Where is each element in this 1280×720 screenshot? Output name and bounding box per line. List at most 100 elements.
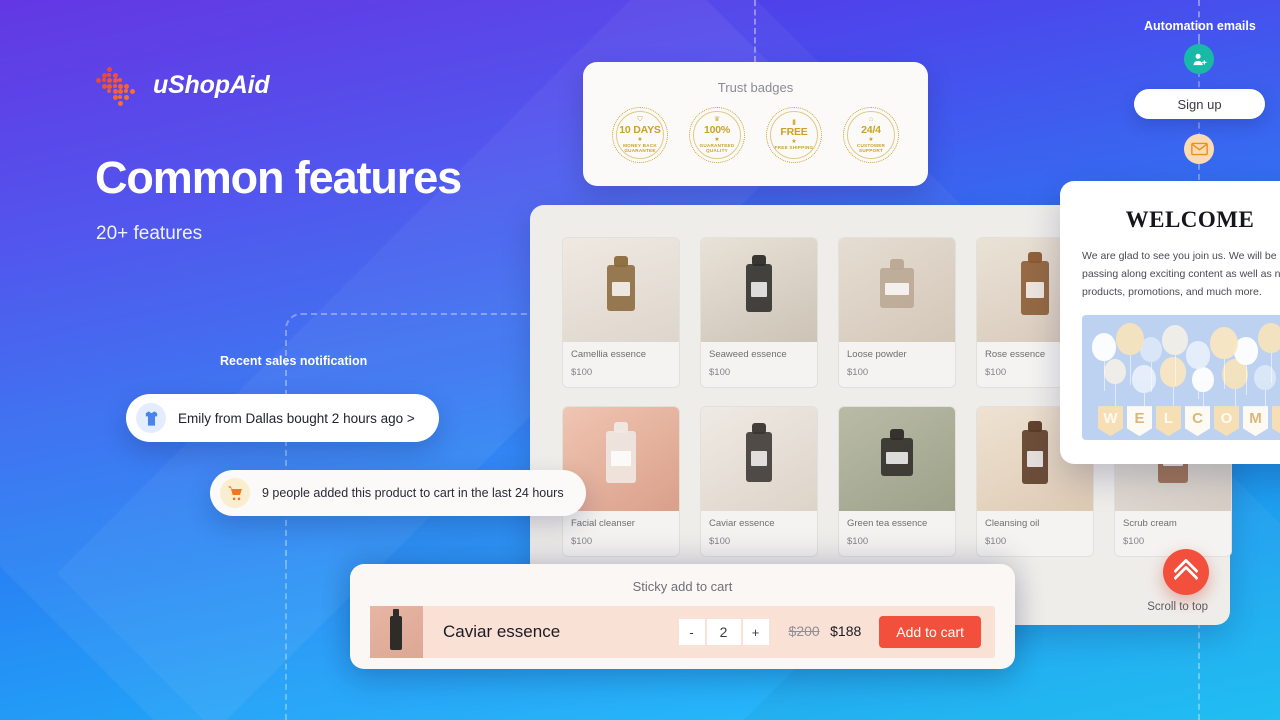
product-card[interactable]: Caviar essence $100 xyxy=(700,406,818,557)
scroll-to-top-label: Scroll to top xyxy=(1147,601,1208,613)
balloon-icon xyxy=(1132,365,1156,422)
product-price: $100 xyxy=(571,367,593,378)
sales-notification-text: Emily from Dallas bought 2 hours ago > xyxy=(178,410,415,426)
thumbnail-bottle-icon xyxy=(390,616,402,650)
product-name: Green tea essence xyxy=(847,518,928,529)
price-current: $188 xyxy=(830,623,862,639)
balloon-icon xyxy=(1160,357,1186,417)
trust-badge-headline: 24/4 xyxy=(861,123,881,136)
quantity-stepper[interactable]: - 2 + xyxy=(678,619,769,645)
trust-badge-subtext: CUSTOMER SUPPORT xyxy=(856,143,886,153)
trust-badge-headline: 100% xyxy=(703,123,731,136)
balloon-icon xyxy=(1116,323,1144,386)
trust-badge-4: ⌂ 24/4 ★ CUSTOMER SUPPORT xyxy=(843,107,899,163)
product-thumbnail xyxy=(370,606,423,658)
sticky-cart-row: Caviar essence - 2 + $200 $188 Add to ca… xyxy=(370,606,995,658)
star-icon: ★ xyxy=(791,139,797,146)
trust-badge-subtext: GUARANTEED QUALITY xyxy=(699,143,735,153)
product-price: $100 xyxy=(847,367,869,378)
star-icon: ★ xyxy=(714,136,720,143)
price-original: $200 xyxy=(788,623,820,639)
product-meta: Camellia essence $100 xyxy=(563,342,679,387)
product-image xyxy=(701,238,817,342)
welcome-letter-tag: E xyxy=(1127,406,1152,437)
welcome-letter-tag: W xyxy=(1098,406,1123,437)
welcome-letter-tag: M xyxy=(1243,406,1268,437)
product-name: Facial cleanser xyxy=(571,518,635,529)
product-meta: Scrub cream $100 xyxy=(1115,511,1231,556)
sales-notification-popup[interactable]: Emily from Dallas bought 2 hours ago > xyxy=(126,394,439,442)
product-price: $100 xyxy=(709,536,731,547)
product-image xyxy=(563,238,679,342)
trust-badges-title: Trust badges xyxy=(717,80,794,95)
trust-badge-2: ♛ 100% ★ GUARANTEED QUALITY xyxy=(689,107,745,163)
quantity-increase-button[interactable]: + xyxy=(742,619,769,645)
balloon-icon xyxy=(1104,359,1126,416)
scroll-to-top-button[interactable] xyxy=(1163,549,1209,595)
welcome-email-popup: WELCOME We are glad to see you join us. … xyxy=(1060,181,1280,464)
sign-up-button[interactable]: Sign up xyxy=(1134,89,1265,119)
product-meta: Facial cleanser $100 xyxy=(563,511,679,556)
trust-badge-headline: FREE xyxy=(780,126,808,139)
user-add-icon[interactable] xyxy=(1184,44,1214,74)
brand-logo[interactable]: uShopAid xyxy=(96,63,270,107)
product-name: Camellia essence xyxy=(571,349,646,360)
headset-icon: ⌂ xyxy=(868,116,874,124)
product-name: Cleansing oil xyxy=(985,518,1040,529)
welcome-letter-tag: O xyxy=(1214,406,1239,437)
star-icon: ★ xyxy=(868,136,874,143)
balloon-icon xyxy=(1186,341,1210,398)
cart-activity-notification-popup[interactable]: 9 people added this product to cart in t… xyxy=(210,470,586,516)
product-card[interactable]: Loose powder $100 xyxy=(838,237,956,388)
product-image xyxy=(839,407,955,511)
product-meta: Cleansing oil $100 xyxy=(977,511,1093,556)
product-price: $100 xyxy=(985,536,1007,547)
welcome-letter-tag: E xyxy=(1272,406,1280,437)
balloon-icon xyxy=(1258,323,1280,383)
balloon-icon xyxy=(1210,327,1238,390)
product-image xyxy=(701,407,817,511)
page-subtitle: 20+ features xyxy=(96,223,203,244)
double-chevron-up-icon xyxy=(1173,558,1199,591)
recent-sales-notification-label: Recent sales notification xyxy=(220,354,368,368)
page-title: Common features xyxy=(95,152,462,203)
welcome-letter-tag: L xyxy=(1156,406,1181,437)
welcome-body: We are glad to see you join us. We will … xyxy=(1082,250,1280,299)
trust-badges-list: ⛉ 10 DAYS ★ MONEY BACK GUARANTEE ♛ 100% ★ GUARA… xyxy=(583,107,928,163)
balloon-icon xyxy=(1254,365,1276,422)
guide-line-top xyxy=(754,0,756,62)
product-price: $100 xyxy=(1123,536,1145,547)
add-to-cart-button[interactable]: Add to cart xyxy=(879,616,981,648)
trust-badge-headline: 10 DAYS xyxy=(619,123,661,136)
star-icon: ★ xyxy=(637,136,643,143)
price-group: $200 $188 xyxy=(789,623,862,641)
product-name: Scrub cream xyxy=(1123,518,1177,529)
product-image xyxy=(839,238,955,342)
product-card[interactable]: Green tea essence $100 xyxy=(838,406,956,557)
product-meta: Caviar essence $100 xyxy=(701,511,817,556)
quantity-value[interactable]: 2 xyxy=(706,619,741,645)
balloon-icon xyxy=(1192,367,1214,424)
thumbnail-bottle-neck-icon xyxy=(393,609,399,618)
sticky-add-to-cart-bar: Sticky add to cart Caviar essence - 2 + … xyxy=(350,564,1015,669)
tshirt-icon xyxy=(136,403,166,433)
dot-matrix-diamond-logo-icon xyxy=(96,63,140,107)
quantity-decrease-button[interactable]: - xyxy=(678,619,705,645)
trust-badges-card: Trust badges ⛉ 10 DAYS ★ MONEY BACK GUARANT… xyxy=(583,62,928,186)
trust-badge-subtext: FREE SHIPPING xyxy=(774,145,814,151)
product-meta: Seaweed essence $100 xyxy=(701,342,817,387)
product-price: $100 xyxy=(571,536,593,547)
product-card[interactable]: Camellia essence $100 xyxy=(562,237,680,388)
trust-badge-1: ⛉ 10 DAYS ★ MONEY BACK GUARANTEE xyxy=(612,107,668,163)
trust-badge-subtext: MONEY BACK GUARANTEE xyxy=(623,143,657,153)
guide-line-bottom xyxy=(285,563,287,720)
product-price: $100 xyxy=(847,536,869,547)
envelope-icon[interactable] xyxy=(1184,134,1214,164)
product-name: Loose powder xyxy=(847,349,907,360)
balloon-icon xyxy=(1162,325,1188,385)
sticky-cart-product-name: Caviar essence xyxy=(443,622,561,641)
cart-activity-notification-text: 9 people added this product to cart in t… xyxy=(262,486,564,500)
guide-line-right-bottom xyxy=(1198,612,1200,720)
product-card[interactable]: Seaweed essence $100 xyxy=(700,237,818,388)
shield-icon: ⛉ xyxy=(637,116,643,124)
